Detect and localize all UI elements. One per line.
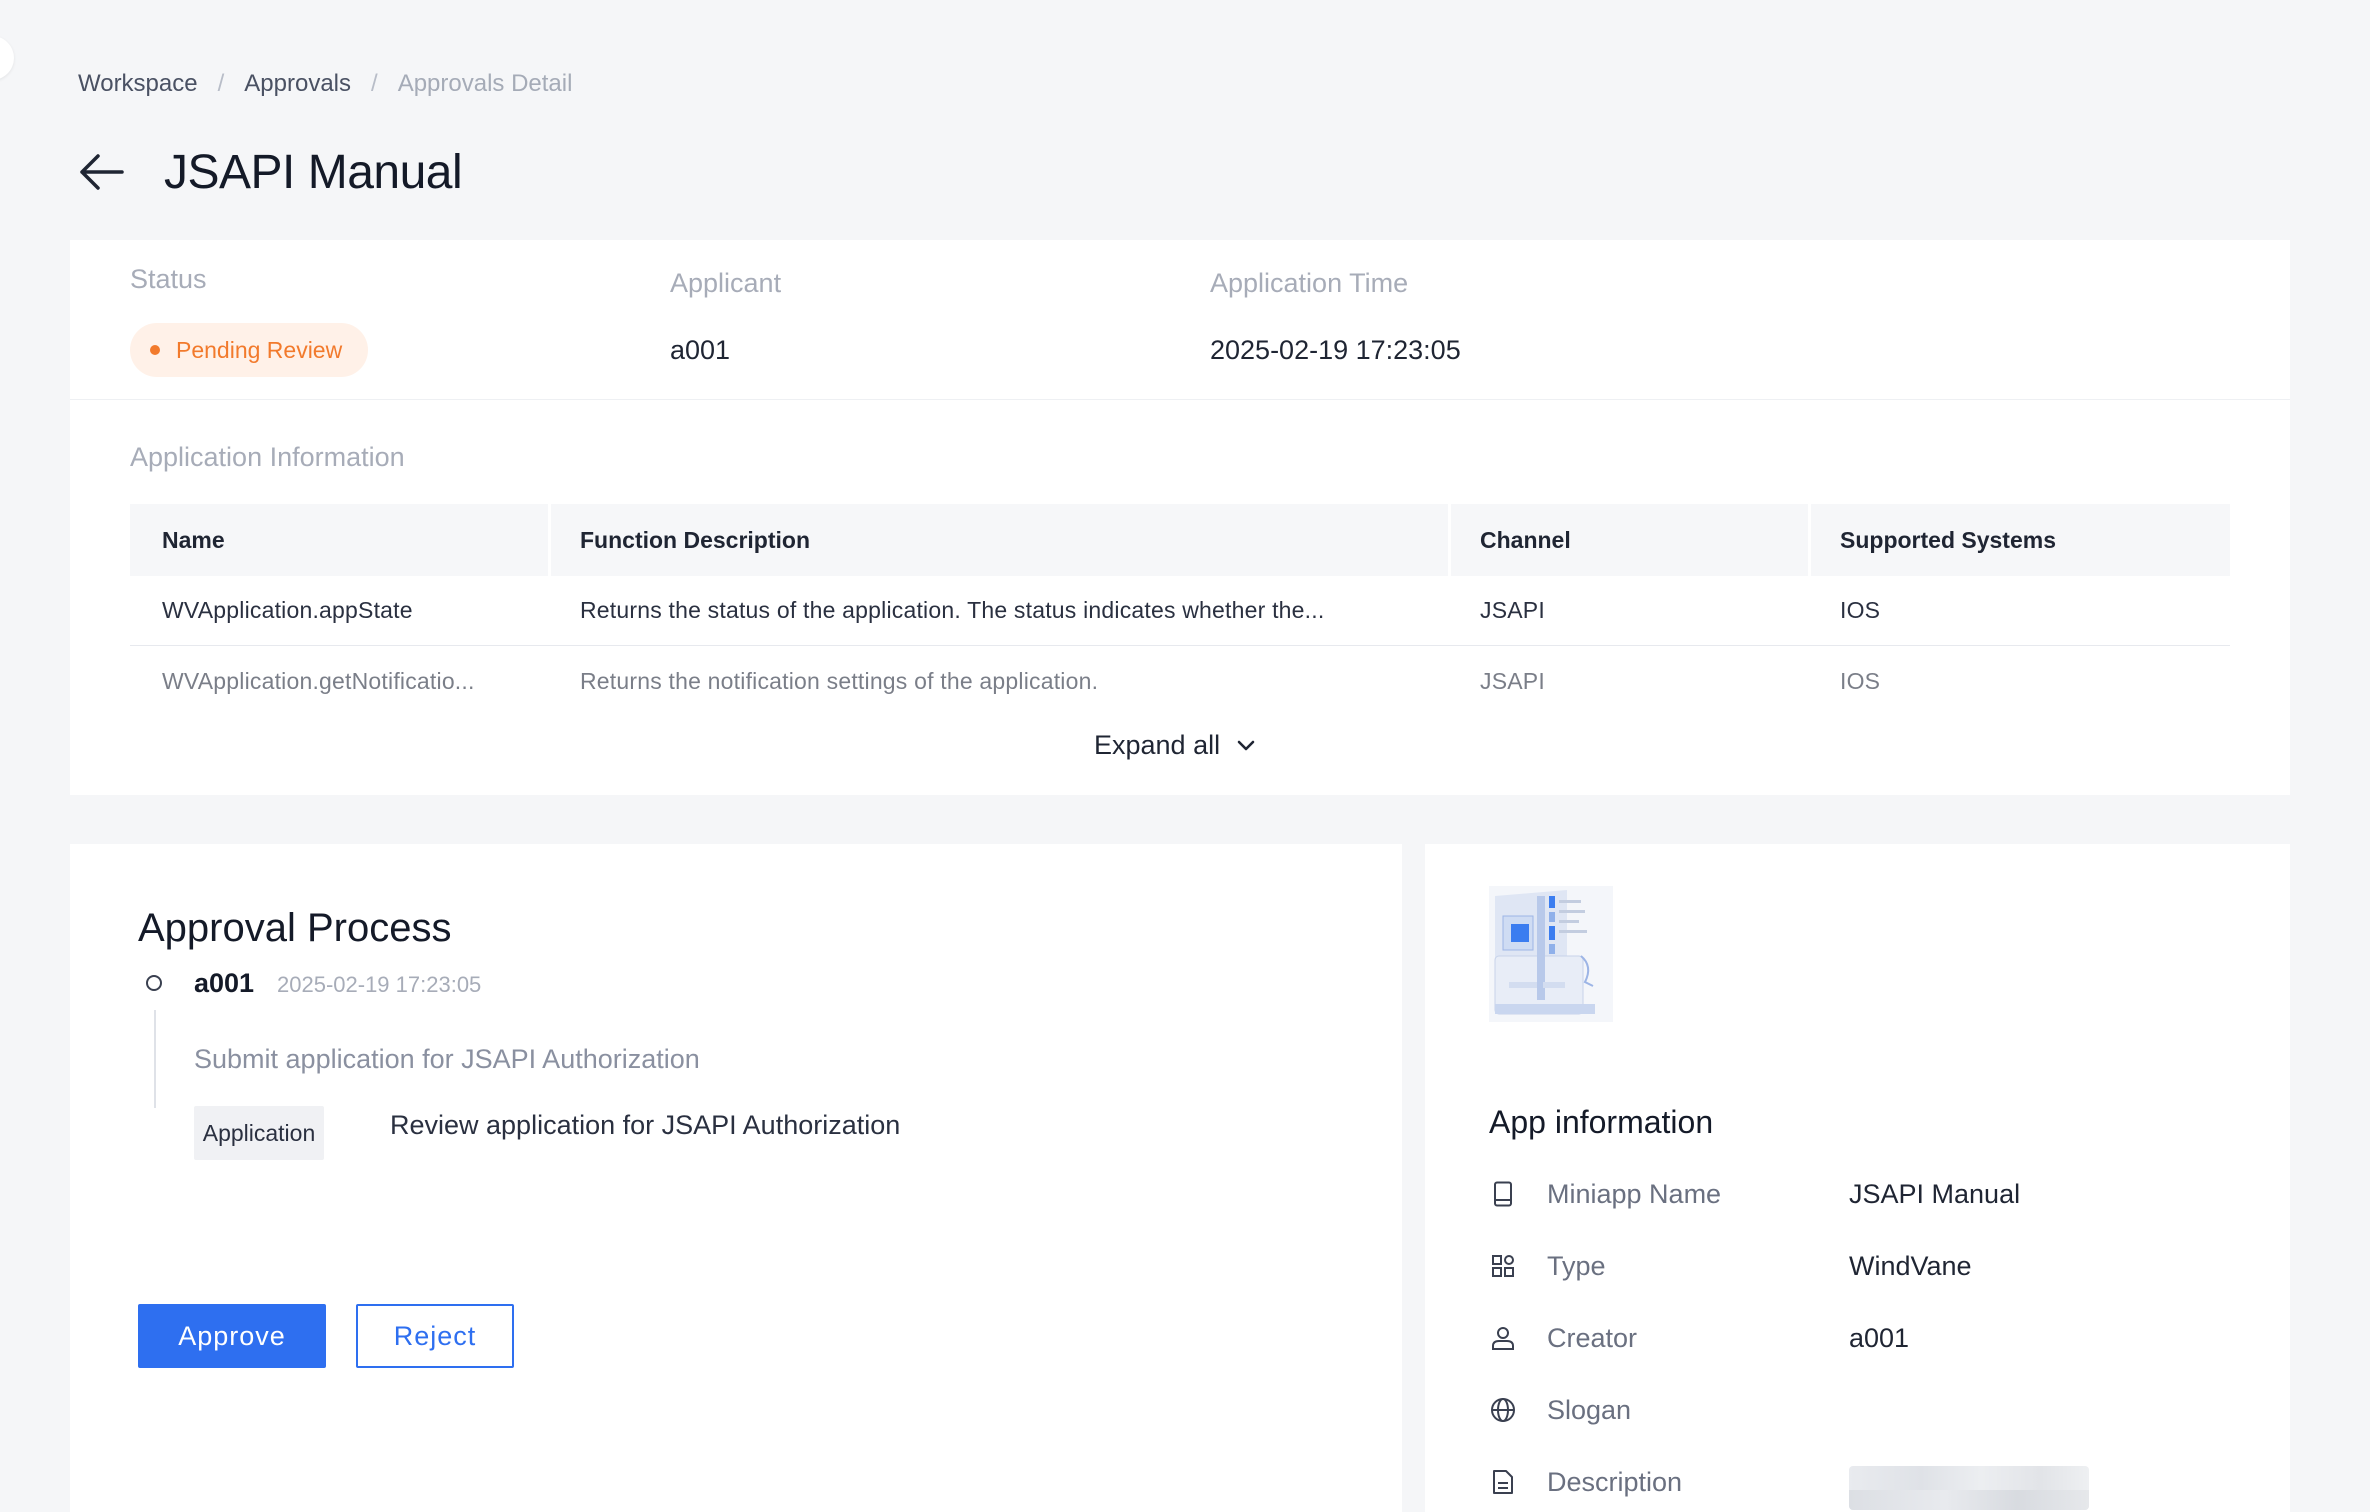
info-row-type: Type WindVane [1489, 1246, 1972, 1286]
submit-description: Submit application for JSAPI Authorizati… [194, 1044, 700, 1074]
approve-button[interactable]: Approve [138, 1304, 326, 1368]
status-label: Status [130, 264, 207, 294]
cell-supported-systems: IOS [1840, 667, 1881, 694]
approver-name: a001 [194, 968, 255, 998]
approval-process-title: Approval Process [138, 906, 452, 950]
miniapp-name-label: Miniapp Name [1547, 1178, 1722, 1209]
expand-all-button[interactable]: Expand all [1094, 730, 1256, 761]
application-information-label: Application Information [130, 442, 405, 472]
cell-function-description: Returns the status of the application. T… [580, 597, 1325, 623]
status-field: Status Pending Review [130, 264, 369, 377]
status-dot-icon [150, 345, 160, 355]
grid-icon [1489, 1252, 1517, 1280]
application-time-field: Application Time 2025-02-19 17:23:05 [1210, 268, 1461, 366]
column-header-function-description: Function Description [548, 504, 1448, 576]
breadcrumb-current: Approvals Detail [397, 70, 573, 97]
slogan-label: Slogan [1547, 1394, 1632, 1425]
side-collapse-handle[interactable] [0, 36, 14, 80]
info-row-slogan: Slogan [1489, 1390, 1631, 1430]
mobile-icon [1489, 1180, 1517, 1208]
type-value: WindVane [1849, 1250, 1972, 1281]
reject-button[interactable]: Reject [356, 1304, 514, 1368]
user-icon [1489, 1324, 1517, 1352]
status-badge: Pending Review [130, 323, 369, 377]
summary-row: Status Pending Review Applicant a001 App… [70, 240, 2290, 400]
app-information-title: App information [1489, 1104, 1714, 1140]
description-value-redacted [1849, 1466, 2089, 1510]
column-header-name: Name [162, 526, 225, 553]
creator-value: a001 [1849, 1322, 1910, 1353]
cell-name: WVApplication.appState [162, 597, 413, 623]
breadcrumb-approvals[interactable]: Approvals [244, 70, 351, 98]
breadcrumb-workspace[interactable]: Workspace [78, 70, 198, 98]
cell-function-description: Returns the notification settings of the… [580, 667, 1099, 694]
cell-supported-systems: IOS [1840, 597, 1881, 623]
breadcrumb: Workspace / Approvals / Approvals Detail [78, 70, 572, 98]
info-row-creator: Creator a001 [1489, 1318, 1909, 1358]
description-label: Description [1547, 1466, 1683, 1497]
applicant-field: Applicant a001 [670, 268, 781, 366]
document-icon [1489, 1468, 1517, 1496]
status-value: Pending Review [176, 336, 343, 363]
approval-timestamp: 2025-02-19 17:23:05 [277, 972, 482, 997]
type-label: Type [1547, 1250, 1606, 1281]
table-header: Name Function Description Channel Suppor… [130, 504, 2230, 576]
app-information-card: App information Miniapp Name JSAPI Manua… [1425, 844, 2290, 1512]
arrow-left-icon[interactable] [78, 152, 124, 192]
app-thumbnail [1489, 886, 1613, 1022]
globe-icon [1489, 1396, 1517, 1424]
table-row: WVApplication.getNotificatio... Returns … [130, 646, 2230, 716]
page-title: JSAPI Manual [164, 145, 463, 199]
breadcrumb-separator: / [217, 70, 225, 97]
breadcrumb-separator: / [371, 70, 378, 97]
approvals-detail-page: Workspace / Approvals / Approvals Detail… [0, 0, 2370, 1512]
application-summary-card: Status Pending Review Applicant a001 App… [70, 240, 2290, 795]
app-preview-illustration-icon [1489, 886, 1613, 1022]
column-header-supported-systems: Supported Systems [1808, 504, 2230, 576]
creator-label: Creator [1547, 1322, 1638, 1353]
column-header-channel: Channel [1448, 504, 1808, 576]
applicant-label: Applicant [670, 268, 782, 298]
application-time-value: 2025-02-19 17:23:05 [1210, 335, 1461, 365]
chevron-down-icon [1237, 740, 1255, 750]
applicant-value: a001 [670, 335, 731, 365]
cell-name: WVApplication.getNotificatio... [162, 667, 475, 694]
info-row-miniapp-name: Miniapp Name JSAPI Manual [1489, 1174, 2020, 1214]
approval-process-card: Approval Process a001 2025-02-19 17:23:0… [70, 844, 1402, 1512]
table-row: WVApplication.appState Returns the statu… [130, 576, 2230, 646]
cell-channel: JSAPI [1480, 667, 1545, 694]
timeline-node-icon [146, 975, 162, 991]
info-row-description: Description [1489, 1462, 2089, 1510]
cell-channel: JSAPI [1480, 597, 1545, 623]
review-description: Review application for JSAPI Authorizati… [390, 1110, 901, 1140]
jsapi-table: Name Function Description Channel Suppor… [130, 504, 2230, 716]
application-time-label: Application Time [1210, 268, 1409, 298]
application-tag: Application [194, 1106, 324, 1160]
timeline-line [154, 1010, 156, 1108]
page-header: JSAPI Manual [78, 142, 463, 202]
expand-all-label: Expand all [1094, 730, 1221, 760]
miniapp-name-value: JSAPI Manual [1849, 1178, 2021, 1209]
